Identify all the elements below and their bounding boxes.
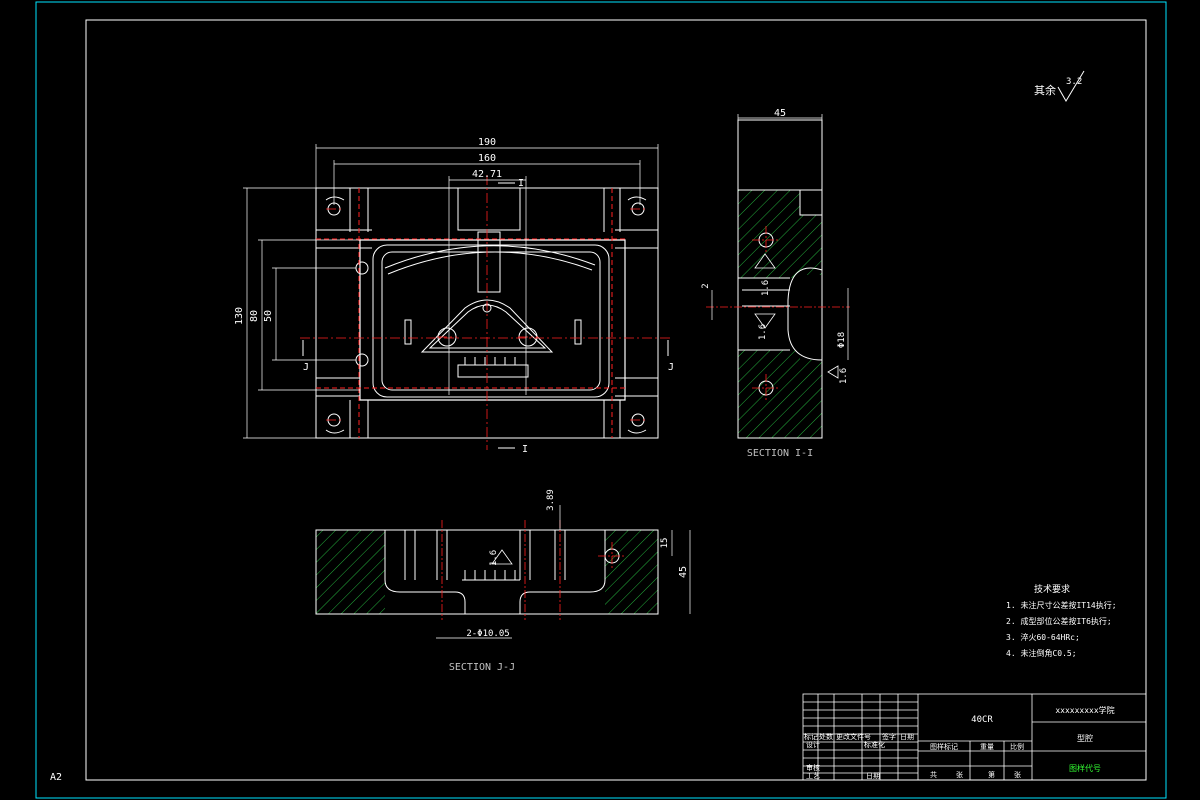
section-ii-hatch-right: [800, 215, 822, 275]
dim-45-b: 45: [678, 566, 689, 578]
tech-title: 技术要求: [1034, 583, 1070, 595]
rough-1-6-d: 1.6: [489, 550, 499, 566]
corner-arc-tr: [627, 196, 647, 201]
side-hole-l1: [355, 261, 369, 275]
tb-date: 日期: [866, 772, 880, 780]
tb-stage-mark: 图样标记: [930, 742, 958, 751]
channel-top: [349, 188, 621, 232]
tb-scale: 比例: [1010, 742, 1024, 751]
channel-right: [615, 229, 658, 397]
section-jj-label: SECTION J-J: [449, 662, 515, 673]
sheet-size-label: A2: [50, 772, 62, 783]
channel-left: [316, 229, 372, 397]
tb-design: 设计: [806, 740, 820, 749]
dim-160: 160: [478, 153, 496, 164]
section-ii-hatch-right-b: [800, 360, 822, 438]
tb-material: 40CR: [971, 715, 993, 725]
cut-j-right: J: [668, 362, 674, 373]
dim-3-89: 3.89: [546, 489, 556, 511]
corner-arc-br: [627, 429, 647, 434]
tech-item-2: 2. 成型部位公差按IT6执行;: [1006, 616, 1112, 626]
cavity-curve: [384, 245, 596, 269]
dim-15: 15: [660, 538, 670, 549]
dim-50: 50: [263, 310, 274, 322]
tb-page: 张: [1014, 770, 1021, 779]
runner-slot-inner: [477, 231, 501, 293]
tb-change-doc: 更改文件号: [836, 732, 871, 741]
cavity-outer: [359, 239, 626, 401]
tb-total: 共: [930, 770, 937, 779]
section-jj: [315, 505, 691, 639]
tb-weight: 重量: [980, 743, 994, 751]
tb-sheet-no: 第: [988, 770, 995, 779]
cavity-curve-2: [387, 251, 593, 275]
tb-count: 处数: [819, 732, 833, 741]
runner-slot: [457, 187, 521, 231]
plan-centerlines: [300, 175, 672, 450]
rib-right: [574, 319, 582, 345]
tb-process: 工艺: [806, 772, 820, 780]
comb-base: [457, 364, 529, 378]
tb-school: xxxxxxxxx学院: [1055, 705, 1114, 715]
roughness-prefix: 其余: [1034, 83, 1056, 97]
dim-80: 80: [249, 310, 260, 322]
tech-item-3: 3. 淬火60-64HRc;: [1006, 632, 1080, 642]
tb-drawing-no: 图样代号: [1069, 763, 1101, 773]
tech-item-4: 4. 未注倒角C0.5;: [1006, 648, 1077, 658]
dim-holes: 2-Φ10.05: [466, 629, 509, 639]
section-ii-label: SECTION I-I: [747, 448, 813, 459]
tb-drawing-name: 型腔: [1077, 733, 1093, 743]
cavity-wall: [372, 244, 610, 398]
tb-sheet: 张: [956, 770, 963, 779]
dim-42-71: 42.71: [472, 169, 502, 180]
cut-j-left: J: [303, 362, 309, 373]
dim-dia-18: Φ18: [837, 332, 847, 348]
channel-bottom: [349, 400, 621, 438]
cavity-inner: [381, 251, 601, 391]
cut-i-bottom: I: [522, 444, 528, 455]
comb-teeth: [464, 357, 516, 365]
corner-arc-bl: [325, 429, 345, 434]
tech-item-1: 1. 未注尺寸公差按IT14执行;: [1006, 600, 1117, 610]
tb-review: 审核: [806, 763, 820, 772]
dim-190: 190: [478, 137, 496, 148]
section-ii: [706, 114, 850, 439]
corner-arc-tl: [325, 196, 345, 201]
rough-1-6-a: 1.6: [761, 280, 771, 296]
tb-sign: 签字: [882, 732, 896, 741]
roughness-value: 3.2: [1066, 77, 1082, 87]
dim-130: 130: [234, 307, 245, 325]
dim-side-2: 2: [701, 283, 711, 288]
cad-drawing: A2 190 160 42.71 130 80 50 I I J J 45 2 …: [35, 1, 1167, 799]
tb-mark: 标记: [804, 732, 818, 741]
rough-1-6-b: 1.6: [758, 324, 768, 340]
tb-standardize: 标准化: [864, 740, 885, 749]
dim-side-45: 45: [774, 108, 786, 119]
tb-date-hdr: 日期: [900, 733, 914, 741]
cut-markers: [302, 182, 669, 449]
rib-left: [404, 319, 412, 345]
rough-1-6-c: 1.6: [839, 368, 849, 384]
side-hole-l2: [355, 353, 369, 367]
cut-i-top: I: [518, 178, 524, 189]
